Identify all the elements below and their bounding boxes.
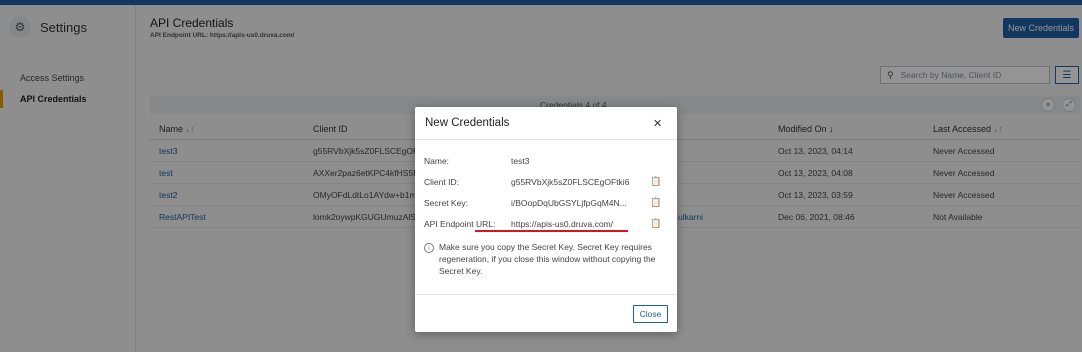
info-icon: i [424, 243, 434, 253]
close-icon[interactable]: ✕ [653, 117, 662, 130]
field-client-id: Client ID: g55RVbXjk5sZ0FLSCEgOFtki6... … [424, 176, 669, 190]
dialog-header: New Credentials ✕ [415, 107, 677, 140]
field-secret-key: Secret Key: i/BOopDqUbGSYLjfpGqM4N... 📋 [424, 197, 669, 211]
field-name: Name: test3 [424, 155, 669, 169]
copy-icon[interactable]: 📋 [650, 197, 661, 208]
field-value: i/BOopDqUbGSYLjfpGqM4N... [511, 198, 627, 208]
new-credentials-dialog: New Credentials ✕ Name: test3 Client ID:… [415, 107, 677, 332]
field-label: Secret Key: [424, 198, 468, 208]
field-value: g55RVbXjk5sZ0FLSCEgOFtki6... [511, 177, 629, 187]
info-text: Make sure you copy the Secret Key. Secre… [439, 242, 656, 276]
field-value: test3 [511, 156, 530, 166]
close-button[interactable]: Close [633, 305, 668, 323]
dialog-title: New Credentials [425, 117, 510, 129]
dialog-footer: Close [415, 294, 677, 332]
field-label: API Endpoint URL: [424, 219, 496, 229]
copy-icon[interactable]: 📋 [650, 218, 661, 229]
info-message: i Make sure you copy the Secret Key. Sec… [424, 241, 669, 277]
field-value: https://apis-us0.druva.com/ [511, 219, 614, 229]
field-label: Name: [424, 156, 450, 166]
field-label: Client ID: [424, 177, 459, 187]
highlight-underline [475, 230, 628, 232]
copy-icon[interactable]: 📋 [650, 176, 661, 187]
